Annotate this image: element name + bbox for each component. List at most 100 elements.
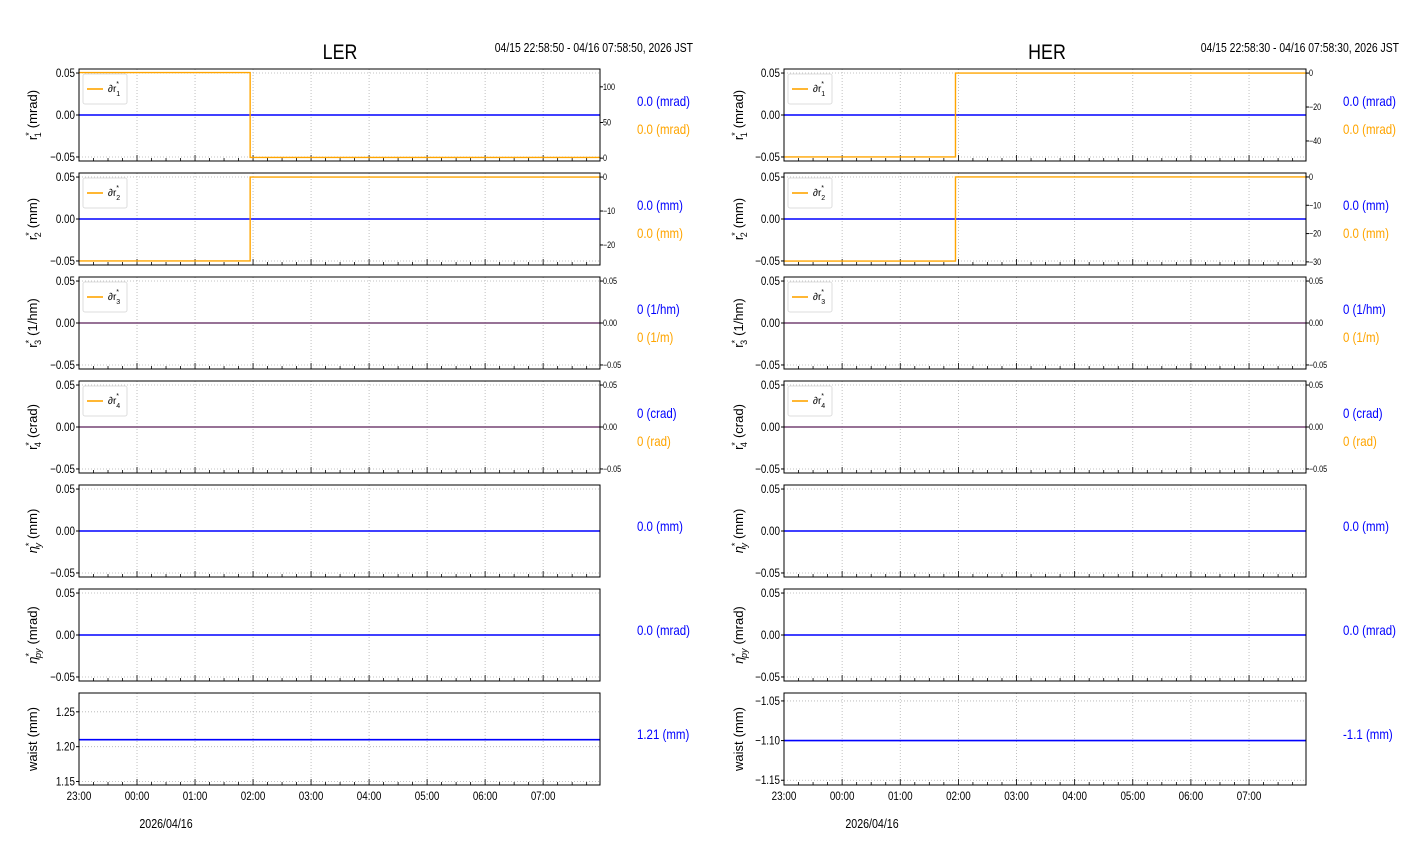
main-value-label: 0 (crad) (637, 405, 677, 421)
y-label-unit: (1/hm) (731, 298, 746, 336)
y-tick-label: −0.05 (50, 255, 75, 268)
right-y-tick-label: −20 (1309, 229, 1322, 239)
y-tick-label: 0.05 (56, 379, 75, 392)
legend-sup: * (821, 185, 824, 192)
delta-value-label: 0.0 (mm) (1343, 225, 1389, 241)
legend: ∂r2* (787, 177, 833, 209)
y-label-sub: 2 (33, 232, 43, 237)
y-tick-label: 0.05 (56, 275, 75, 288)
legend-sub: 1 (821, 91, 825, 98)
delta-value-label: 0 (rad) (1343, 433, 1377, 449)
panel-1: 0.050.00−0.05r*1(mrad)100500∂r1*0.0 (mra… (24, 67, 690, 164)
panel-3: 0.050.00−0.05r*3(1/hm)0.050.00−0.05∂r3*0… (730, 275, 1386, 372)
panel-4: 0.050.00−0.05r*4(crad)0.050.00−0.05∂r4*0… (24, 379, 677, 476)
legend-sup: * (116, 185, 119, 192)
right-y-tick-label: −30 (1309, 257, 1322, 267)
main-value-label: 0 (crad) (1343, 405, 1383, 421)
x-tick-label: 07:00 (1237, 790, 1262, 803)
y-label-sub: y (33, 543, 43, 549)
y-tick-label: 1.25 (56, 706, 75, 719)
y-tick-label: −1.15 (755, 774, 780, 787)
legend-sub: 3 (821, 299, 825, 306)
y-axis-label: waist (mm) (25, 707, 40, 772)
right-y-tick-label: −10 (603, 206, 616, 216)
main-value-label: 0.0 (mrad) (637, 93, 690, 109)
y-tick-label: 0.00 (56, 525, 75, 538)
delta-value-label: 0.0 (mrad) (1343, 121, 1396, 137)
right-y-tick-label: 50 (603, 118, 611, 128)
x-tick-label: 06:00 (473, 790, 498, 803)
right-y-tick-label: 100 (603, 82, 615, 92)
legend-sub: 2 (116, 195, 120, 202)
legend-sup: * (116, 393, 119, 400)
legend-sub: 4 (116, 403, 120, 410)
x-tick-label: 00:00 (830, 790, 855, 803)
y-label-sub: py (739, 648, 749, 659)
right-y-tick-label: 0.05 (603, 380, 617, 390)
y-label-symbol: waist (25, 741, 40, 772)
y-tick-label: 0.05 (761, 587, 780, 600)
y-label-unit: (mm) (731, 198, 746, 228)
y-axis-label: r*3(1/hm) (730, 298, 749, 347)
y-axis-label: r*4(crad) (730, 404, 749, 450)
legend: ∂r1* (787, 73, 833, 105)
main-value-label: 0.0 (mrad) (1343, 622, 1396, 638)
delta-value-label: 0 (1/m) (1343, 329, 1379, 345)
right-y-tick-label: 0.00 (603, 422, 617, 432)
panel-2: 0.050.00−0.05r*2(mm)0−10−20−30∂r2*0.0 (m… (730, 171, 1389, 268)
main-value-label: 0 (1/hm) (637, 301, 680, 317)
y-tick-label: −0.05 (50, 359, 75, 372)
y-tick-label: 1.15 (56, 776, 75, 789)
legend: ∂r4* (787, 385, 833, 417)
x-tick-label: 03:00 (299, 790, 324, 803)
x-tick-label: 03:00 (1004, 790, 1029, 803)
y-tick-label: −0.05 (50, 567, 75, 580)
legend-sub: 1 (116, 91, 120, 98)
legend-sub: 4 (821, 403, 825, 410)
y-tick-label: 1.20 (56, 741, 75, 754)
legend-sup: * (116, 81, 119, 88)
panel-7: 1.25 1.20 1.15 waist (mm) 1.21 (mm) 23:00 00:00… (25, 692, 689, 831)
panel-2: 0.050.00−0.05r*2(mm)0−10−20∂r2*0.0 (mm)0… (24, 171, 683, 268)
right-y-tick-label: 0.05 (1309, 380, 1323, 390)
right-y-tick-label: 0 (1309, 172, 1313, 182)
y-label-sub: y (739, 543, 749, 549)
panel-4: 0.050.00−0.05r*4(crad)0.050.00−0.05∂r4*0… (730, 379, 1383, 476)
y-label-unit: (mm) (731, 707, 746, 737)
y-tick-label: 0.00 (761, 213, 780, 226)
y-tick-label: 0.00 (56, 421, 75, 434)
y-tick-label: −0.05 (755, 463, 780, 476)
date-label: 2026/04/16 (845, 816, 899, 831)
panel-7: −1.05 −1.10 −1.15 waist (mm) -1.1 (mm) 23:00 00… (731, 692, 1393, 831)
main-value-label: -1.1 (mm) (1343, 726, 1393, 742)
y-tick-label: −0.05 (50, 151, 75, 164)
panel-3: 0.050.00−0.05r*3(1/hm)0.050.00−0.05∂r3*0… (24, 275, 680, 372)
delta-value-label: 0.0 (mrad) (637, 121, 690, 137)
x-tick-label: 04:00 (357, 790, 382, 803)
y-axis-label: waist (mm) (731, 707, 746, 772)
y-label-unit: (mm) (25, 707, 40, 737)
y-axis-label: r*1(mrad) (730, 90, 749, 140)
legend-sup: * (821, 289, 824, 296)
y-tick-label: −0.05 (50, 671, 75, 684)
y-label-unit: (mm) (731, 509, 746, 539)
y-label-unit: (mrad) (731, 606, 746, 644)
right-y-tick-label: −20 (603, 240, 616, 250)
y-tick-label: 0.00 (56, 629, 75, 642)
right-y-tick-label: −0.05 (603, 360, 622, 370)
chart-title: LER (323, 41, 358, 65)
x-tick-label: 05:00 (1120, 790, 1145, 803)
legend: ∂r4* (82, 385, 128, 417)
y-label-unit: (crad) (25, 404, 40, 438)
y-tick-label: 0.05 (56, 67, 75, 80)
y-axis-label: η*y(mm) (730, 509, 749, 554)
y-label-sub: 4 (33, 442, 43, 447)
panel-5: 0.050.00−0.05η*y(mm) 0.0 (mm) (730, 483, 1389, 580)
delta-value-label: 0.0 (mm) (637, 225, 683, 241)
y-tick-label: 0.05 (761, 483, 780, 496)
y-tick-label: 0.05 (761, 67, 780, 80)
y-tick-label: 0.05 (56, 171, 75, 184)
x-tick-label: 00:00 (125, 790, 150, 803)
y-tick-label: −0.05 (755, 671, 780, 684)
y-label-sub: 1 (33, 132, 43, 137)
